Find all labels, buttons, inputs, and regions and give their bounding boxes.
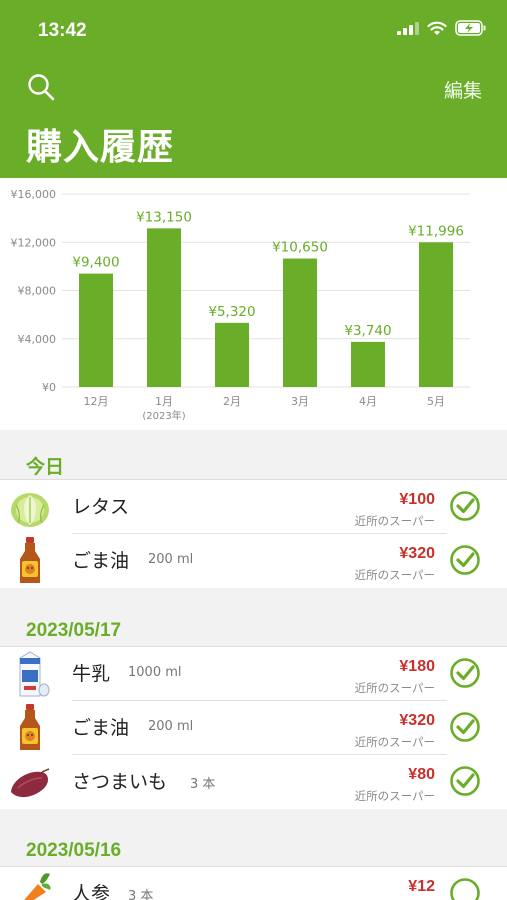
x-tick-label: 1月 [155,395,173,408]
x-tick-label: 3月 [291,395,309,408]
item-price: ¥80 [408,766,435,783]
y-tick-label: ¥0 [42,381,56,394]
item-name: ごま油 [72,717,130,739]
y-tick-label: ¥12,000 [11,236,57,249]
item-store: 近所のスーパー [354,514,435,528]
check-circle-icon[interactable] [449,657,481,689]
x-tick-label: 12月 [84,395,109,408]
bar-value-label: ¥11,996 [408,223,464,239]
item-price: ¥12 [408,878,435,895]
item-price: ¥320 [399,712,435,729]
purchase-history-list[interactable]: 今日 レタス ¥100 近所のスーパー ごま油 200 ml ¥320 近所のス… [0,430,507,900]
item-price: ¥320 [399,545,435,562]
x-tick-label: 5月 [427,395,445,408]
edit-button[interactable]: 編集 [444,76,482,103]
y-tick-label: ¥16,000 [11,188,57,201]
empty-circle-icon[interactable] [449,877,481,900]
list-item[interactable]: レタス ¥100 近所のスーパー [0,480,507,534]
x-tick-label: 4月 [359,395,377,408]
bar-value-label: ¥5,320 [208,304,255,320]
battery-charging-icon [455,20,486,36]
cellular-signal-icon [397,22,419,35]
chart-bar [79,273,113,387]
milk-carton-icon [19,651,50,697]
page-title: 購入履歴 [26,127,175,168]
monthly-spending-chart: ¥0 ¥4,000 ¥8,000 ¥12,000 ¥16,000 ¥9,400 12月 ¥13… [0,178,507,430]
item-quantity: 3 本 [128,889,154,900]
chart-bar [283,258,317,387]
chart-bar [419,242,453,387]
wifi-icon [427,21,447,35]
check-circle-icon[interactable] [449,490,481,522]
list-item[interactable]: 牛乳 1000 ml ¥180 近所のスーパー [0,647,507,701]
search-icon[interactable] [26,72,56,102]
x-tick-label: 2月 [223,395,241,408]
item-quantity: 3 本 [190,777,216,792]
check-circle-icon[interactable] [449,544,481,576]
check-circle-icon[interactable] [449,711,481,743]
bar-value-label: ¥10,650 [272,240,328,256]
item-price: ¥100 [399,491,435,508]
list-item[interactable]: 人参 3 本 ¥12 [0,867,507,900]
item-store: 近所のスーパー [354,735,435,749]
item-name: さつまいも [72,771,168,793]
y-tick-label: ¥8,000 [18,285,57,298]
sesame-oil-icon [20,537,40,583]
check-circle-icon[interactable] [449,765,481,797]
list-item[interactable]: ごま油 200 ml ¥320 近所のスーパー [0,701,507,755]
item-store: 近所のスーパー [354,789,435,803]
item-name: 牛乳 [72,663,111,685]
carrot-icon [24,873,51,900]
y-tick-label: ¥4,000 [18,333,57,346]
lettuce-icon [11,493,49,527]
chart-bar [215,322,249,387]
bar-value-label: ¥13,150 [136,209,192,225]
item-name: レタス [72,496,130,518]
item-quantity: 200 ml [148,552,194,567]
item-quantity: 200 ml [148,719,194,734]
bar-value-label: ¥9,400 [72,255,119,271]
bar-chart: ¥0 ¥4,000 ¥8,000 ¥12,000 ¥16,000 ¥9,400 12月 ¥13… [11,188,470,422]
list-item[interactable]: さつまいも 3 本 ¥80 近所のスーパー [0,755,507,809]
status-time: 13:42 [38,20,87,41]
status-icons [397,20,487,36]
chart-bar [351,341,385,387]
app-header: 13:42 編集 購入履歴 [0,0,507,178]
sweet-potato-icon [11,768,50,798]
section-header-date: 2023/05/17 [26,620,122,641]
item-store: 近所のスーパー [354,568,435,582]
item-price: ¥180 [399,658,435,675]
section-header-today: 今日 [26,457,65,478]
section-header-date: 2023/05/16 [26,840,122,861]
sesame-oil-icon [20,704,40,750]
item-quantity: 1000 ml [128,665,182,680]
x-tick-sublabel: (2023年) [142,409,185,422]
bar-value-label: ¥3,740 [344,323,391,339]
item-name: 人参 [72,883,111,900]
chart-bar [147,228,181,387]
item-name: ごま油 [72,550,130,572]
item-store: 近所のスーパー [354,681,435,695]
list-item[interactable]: ごま油 200 ml ¥320 近所のスーパー [0,534,507,588]
